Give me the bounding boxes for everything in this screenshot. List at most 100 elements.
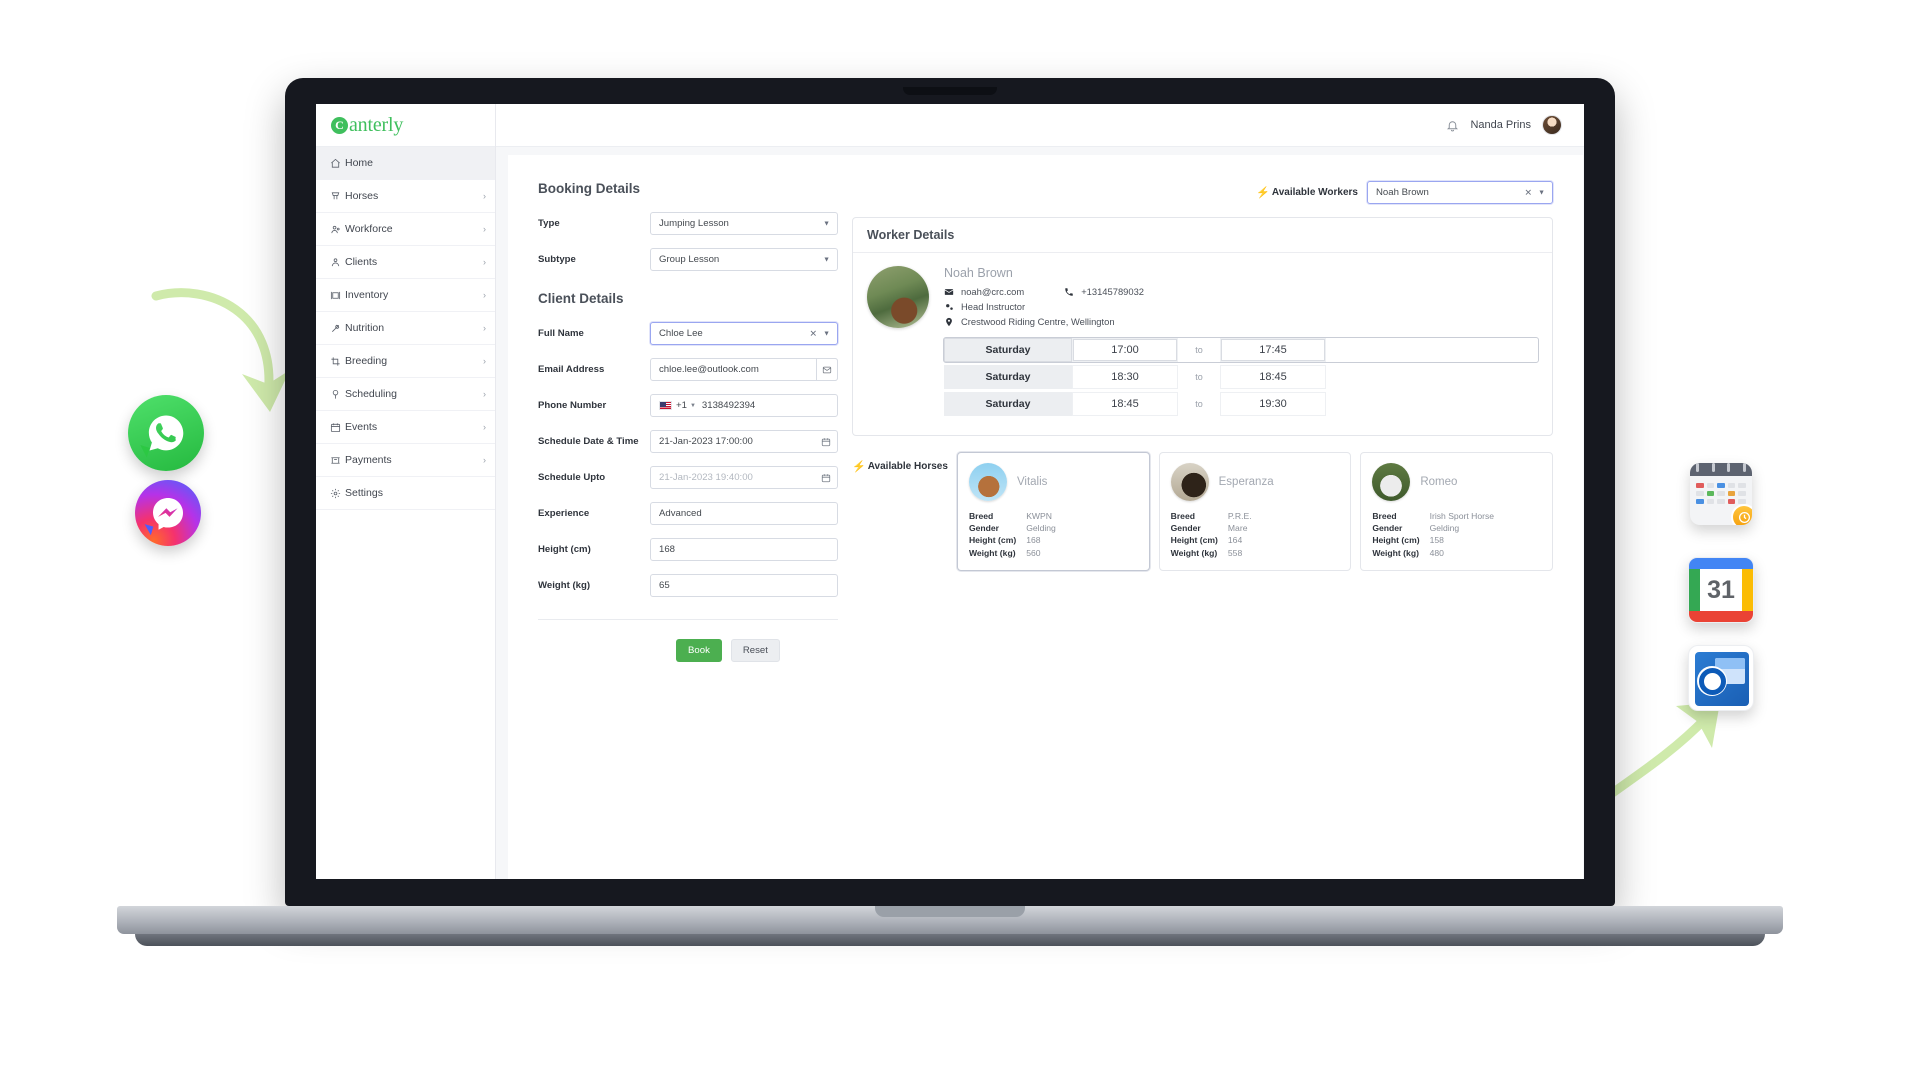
chevron-right-icon: › [483,356,486,366]
chevron-down-icon[interactable]: ▼ [690,403,696,409]
logo-text: anterly [349,113,404,136]
sidebar-item-settings[interactable]: Settings [316,477,495,510]
worker-location-text: Crestwood Riding Centre, Wellington [961,316,1115,327]
sidebar-item-payments[interactable]: Payments › [316,444,495,477]
calendar-icon[interactable] [821,473,831,483]
horse-header: Esperanza [1170,463,1340,501]
canterly-app: C anterly Home Horses › Workforce › Clie… [316,104,1584,879]
field-label: Schedule Upto [538,472,606,483]
us-flag-icon [659,401,672,410]
client-details-title: Client Details [538,291,624,306]
spec-value-breed: P.R.E. [1227,511,1252,521]
chevron-down-icon: ▼ [823,220,830,227]
payments-icon [330,455,345,466]
horse-card[interactable]: Esperanza Breed P.R.E. Gender Mare Heigh… [1158,452,1352,571]
whatsapp-icon [128,395,204,471]
email-field[interactable]: chloe.lee@outlook.com [650,358,838,381]
outlook-icon [1688,645,1754,711]
spec-value-gender: Gelding [1429,523,1460,534]
sidebar-item-home[interactable]: Home [316,147,495,180]
content-wrapper: Booking Details Type Jumping Lesson ▼ Su… [496,147,1584,879]
sidebar-item-breeding[interactable]: Breeding › [316,345,495,378]
horse-card[interactable]: Vitalis Breed KWPN Gender Gelding Height… [956,452,1150,571]
worker-phone: +13145789032 [1064,286,1144,297]
available-workers-text: Available Workers [1271,187,1358,198]
spec-label-breed: Breed [1372,511,1397,521]
top-bar: Nanda Prins [496,104,1584,147]
horse-photo [1372,463,1411,501]
horse-card[interactable]: Romeo Breed Irish Sport Horse Gender Gel… [1360,452,1553,571]
sidebar-item-inventory[interactable]: Inventory › [316,279,495,312]
sidebar-item-clients[interactable]: Clients › [316,246,495,279]
chevron-right-icon: › [483,257,486,267]
spec-label-breed: Breed [968,511,994,521]
worker-details-card: Worker Details Noah Brown noah@crc.com +… [852,217,1553,436]
breeding-icon [330,356,345,367]
subtype-select[interactable]: Group Lesson [650,248,838,271]
sidebar-item-scheduling[interactable]: Scheduling › [316,378,495,411]
slot-from[interactable]: 18:30 [1072,365,1178,389]
slot-row[interactable]: Saturday 18:30 to 18:45 [944,365,1538,389]
field-height: Height (cm) 168 [538,538,838,561]
worker-select[interactable]: Noah Brown ✕ ▼ [1367,181,1553,204]
field-type: Type Jumping Lesson ▼ [538,212,838,235]
slot-from[interactable]: 18:45 [1072,392,1178,416]
spec-value-weight: 480 [1429,547,1444,558]
slot-row[interactable]: Saturday 17:00 to 17:45 [943,337,1539,363]
laptop-bezel: C anterly Home Horses › Workforce › Clie… [285,78,1615,906]
clear-x-icon[interactable]: ✕ [1524,187,1532,198]
slot-day: Saturday [944,365,1072,389]
field-label: Email Address [538,364,605,375]
bell-icon[interactable] [1446,119,1459,132]
avatar[interactable] [1542,115,1562,135]
horse-specs: Breed Irish Sport Horse Gender Gelding H… [1372,510,1541,559]
horse-header: Romeo [1372,463,1541,501]
horse-icon [330,191,345,202]
chevron-right-icon: › [483,455,486,465]
phone-field[interactable]: +1 ▼ 3138492394 [650,394,838,417]
spec-value-height: 168 [1026,535,1041,546]
sidebar-item-nutrition[interactable]: Nutrition › [316,312,495,345]
schedule-upto-field[interactable]: 21-Jan-2023 19:40:00 [650,466,838,489]
chevron-right-icon: › [483,323,486,333]
chevron-right-icon: › [483,422,486,432]
sidebar: C anterly Home Horses › Workforce › Clie… [316,104,496,879]
book-button[interactable]: Book [676,639,722,662]
field-label: Type [538,218,560,229]
spec-value-gender: Gelding [1026,523,1056,534]
worker-email: noah@crc.com [944,286,1024,297]
app-logo[interactable]: C anterly [316,104,495,147]
experience-field[interactable]: Advanced [650,502,838,525]
inventory-icon [330,290,345,301]
slot-to-time[interactable]: 18:45 [1220,365,1326,389]
sidebar-item-events[interactable]: Events › [316,411,495,444]
sidebar-item-horses[interactable]: Horses › [316,180,495,213]
reset-button[interactable]: Reset [730,639,780,662]
height-field[interactable]: 168 [650,538,838,561]
spec-value-height: 158 [1429,535,1444,546]
worker-details-title: Worker Details [853,218,1552,253]
sidebar-item-workforce[interactable]: Workforce › [316,213,495,246]
weight-field[interactable]: 65 [650,574,838,597]
chevron-right-icon: › [483,389,486,399]
slot-row[interactable]: Saturday 18:45 to 19:30 [944,392,1538,416]
field-full-name: Full Name Chloe Lee ✕ ▼ [538,322,838,345]
slot-to-time[interactable]: 19:30 [1220,392,1326,416]
slot-from[interactable]: 17:00 [1072,338,1178,362]
calendar-icon[interactable] [821,437,831,447]
type-select[interactable]: Jumping Lesson [650,212,838,235]
chevron-right-icon: › [483,191,486,201]
clear-x-icon[interactable]: ✕ [809,328,817,339]
laptop-screen: C anterly Home Horses › Workforce › Clie… [316,104,1584,879]
settings-icon [330,488,345,499]
spec-label-height: Height (cm) [1372,535,1420,546]
horse-specs: Breed P.R.E. Gender Mare Height (cm) 164… [1171,510,1340,559]
chevron-down-icon: ▼ [823,330,830,337]
spec-value-weight: 558 [1227,547,1243,558]
mail-icon[interactable] [816,358,838,381]
schedule-from-field[interactable]: 21-Jan-2023 17:00:00 [650,430,838,453]
worker-details-body: Noah Brown noah@crc.com +13145789032 Hea… [853,253,1552,435]
sidebar-label: Breeding [345,355,388,367]
laptop-foot [135,934,1765,946]
slot-to-time[interactable]: 17:45 [1220,338,1326,362]
